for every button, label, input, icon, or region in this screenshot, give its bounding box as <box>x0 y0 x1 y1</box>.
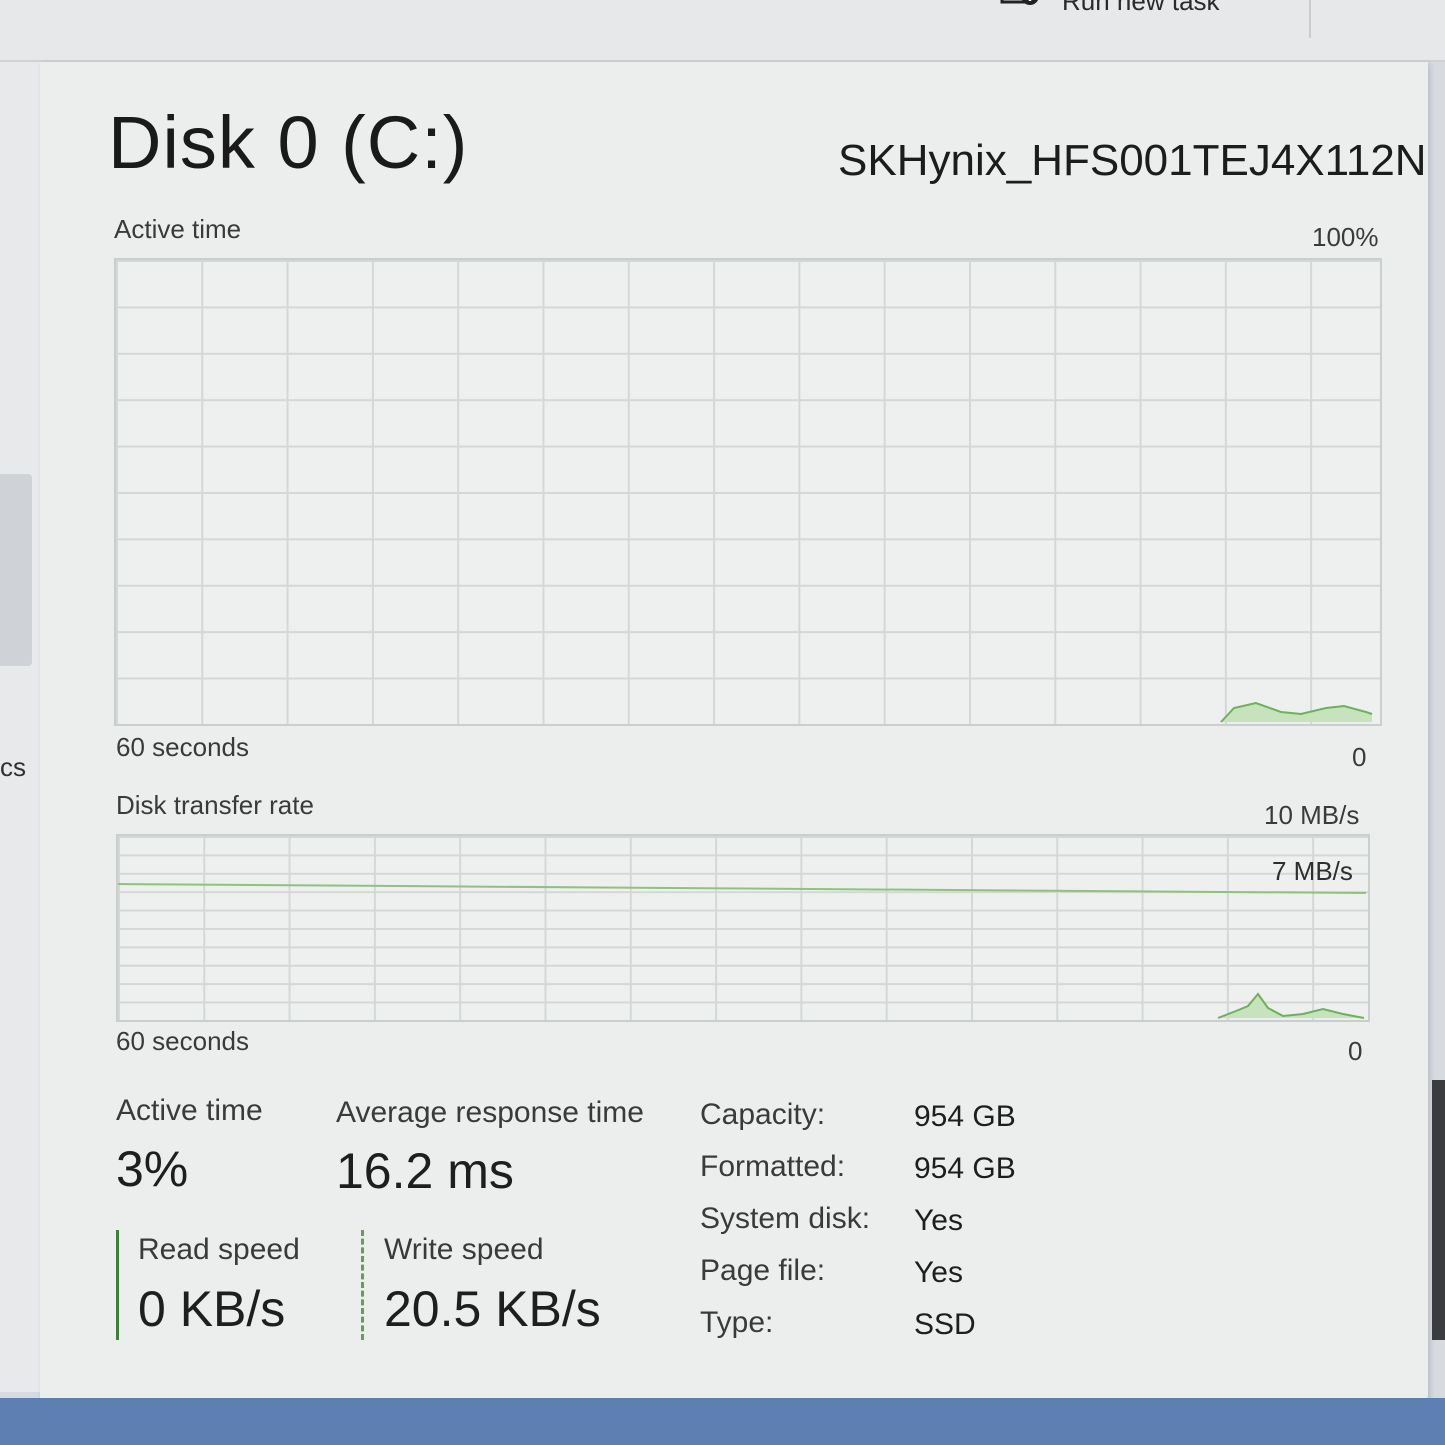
page-title: Disk 0 (C:) <box>108 101 469 184</box>
system-disk-label: System disk: <box>700 1202 871 1235</box>
response-time-stat-value: 16.2 ms <box>336 1143 514 1199</box>
read-speed-indicator <box>116 1230 119 1340</box>
sidebar: cs <box>0 62 40 1392</box>
page-file-value: Yes <box>914 1256 963 1289</box>
transfer-max-label: 10 MB/s <box>1264 800 1360 830</box>
active-time-stat-label: Active time <box>116 1094 263 1127</box>
page-file-label: Page file: <box>700 1254 826 1287</box>
transfer-duration-label: 60 seconds <box>116 1026 249 1056</box>
run-task-icon <box>1000 0 1039 5</box>
write-speed-indicator <box>361 1230 364 1340</box>
write-speed-label: Write speed <box>384 1233 544 1266</box>
run-new-task-label: Run new task <box>1062 0 1220 16</box>
run-new-task-button[interactable]: Run new task <box>1000 0 1220 18</box>
formatted-value: 954 GB <box>914 1152 1016 1185</box>
toolbar: Run new task <box>0 0 1445 62</box>
toolbar-divider <box>1309 0 1311 38</box>
active-time-graph-label: Active time <box>114 214 242 244</box>
disk-model-name: SKHynix_HFS001TEJ4X112N <box>838 136 1427 185</box>
write-speed-value: 20.5 KB/s <box>384 1281 601 1337</box>
transfer-marker-line <box>118 883 1367 894</box>
sidebar-selected-item[interactable] <box>0 474 32 666</box>
active-time-duration-label: 60 seconds <box>116 732 249 762</box>
type-label: Type: <box>700 1306 774 1339</box>
system-disk-value: Yes <box>914 1204 963 1237</box>
transfer-rate-graph-plot <box>118 883 1367 1019</box>
read-speed-label: Read speed <box>138 1233 300 1266</box>
transfer-rate-graph <box>116 834 1370 1022</box>
active-time-stat-value: 3% <box>116 1141 189 1197</box>
transfer-min-label: 0 <box>1348 1036 1363 1066</box>
window-edge <box>1432 1080 1445 1340</box>
read-speed-value: 0 KB/s <box>138 1281 286 1337</box>
type-value: SSD <box>914 1308 976 1341</box>
active-time-graph <box>114 258 1382 726</box>
active-time-min-label: 0 <box>1352 742 1367 772</box>
transfer-graph-label: Disk transfer rate <box>116 790 314 820</box>
transfer-marker-label: 7 MB/s <box>1272 856 1353 886</box>
capacity-value: 954 GB <box>914 1100 1016 1133</box>
sidebar-partial-label[interactable]: cs <box>0 752 26 783</box>
active-time-max-label: 100% <box>1312 222 1379 252</box>
desktop-background <box>0 1398 1445 1445</box>
capacity-label: Capacity: <box>700 1098 826 1131</box>
active-time-graph-plot <box>1220 701 1373 723</box>
formatted-label: Formatted: <box>700 1150 846 1183</box>
response-time-stat-label: Average response time <box>336 1096 644 1129</box>
